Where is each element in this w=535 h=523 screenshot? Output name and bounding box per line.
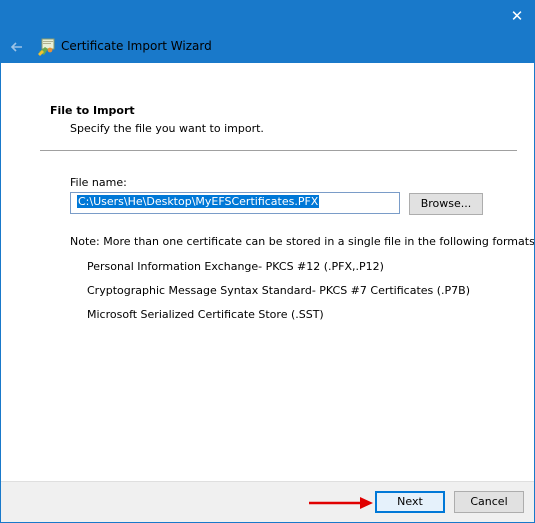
wizard-header: Certificate Import Wizard	[1, 32, 534, 63]
format-item-sst: Microsoft Serialized Certificate Store (…	[87, 308, 324, 321]
next-button[interactable]: Next	[375, 491, 445, 513]
back-arrow-icon[interactable]	[7, 37, 27, 57]
browse-button[interactable]: Browse...	[409, 193, 483, 215]
title-bar: ✕	[1, 1, 534, 32]
certificate-import-wizard-window: ✕ Certificate Import Wizard File to Impo…	[0, 0, 535, 523]
page-subtitle: Specify the file you want to import.	[70, 122, 264, 135]
file-name-value: C:\Users\He\Desktop\MyEFSCertificates.PF…	[77, 195, 320, 208]
file-name-label: File name:	[70, 176, 127, 189]
wizard-footer: Next Cancel	[1, 481, 534, 522]
header-divider	[40, 150, 517, 151]
formats-note: Note: More than one certificate can be s…	[70, 235, 535, 248]
format-item-pfx: Personal Information Exchange- PKCS #12 …	[87, 260, 384, 273]
annotation-arrow-icon	[309, 497, 373, 509]
close-icon[interactable]: ✕	[506, 5, 528, 27]
format-item-p7b: Cryptographic Message Syntax Standard- P…	[87, 284, 471, 297]
cancel-button[interactable]: Cancel	[454, 491, 524, 513]
wizard-title: Certificate Import Wizard	[61, 39, 212, 53]
file-name-input[interactable]: C:\Users\He\Desktop\MyEFSCertificates.PF…	[70, 192, 400, 214]
certificate-wizard-icon	[38, 38, 55, 56]
page-title: File to Import	[50, 104, 135, 117]
wizard-content: File to Import Specify the file you want…	[1, 63, 534, 481]
